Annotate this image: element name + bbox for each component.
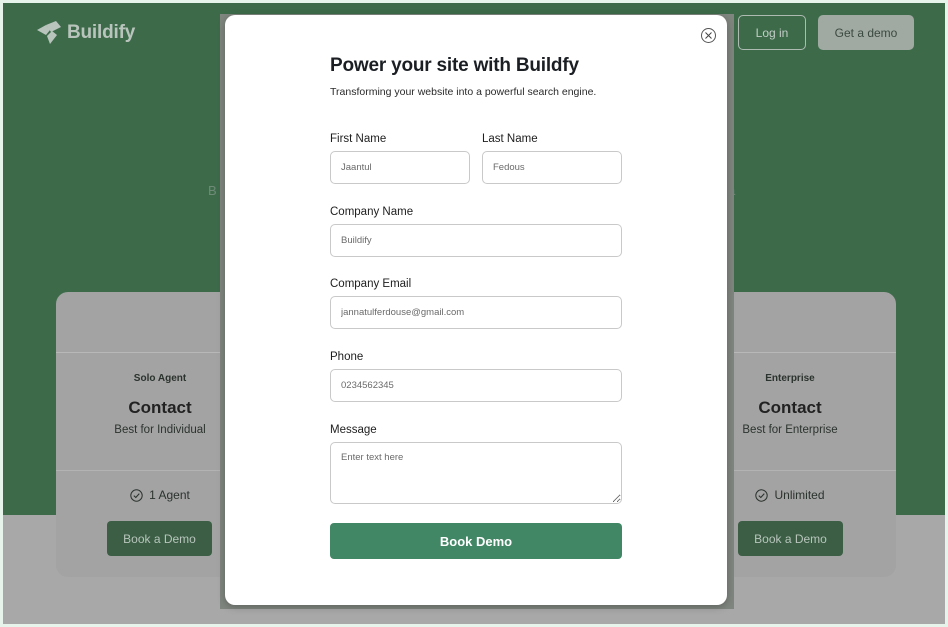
last-name-input[interactable] xyxy=(482,151,622,184)
close-button[interactable] xyxy=(701,28,716,43)
demo-request-modal: Power your site with Buildfy Transformin… xyxy=(225,15,727,605)
check-circle-icon xyxy=(755,488,769,502)
buildify-logo-icon xyxy=(37,21,61,44)
login-button[interactable]: Log in xyxy=(738,15,806,50)
plan-enterprise: Enterprise Contact Best for Enterprise xyxy=(720,373,860,436)
modal-title: Power your site with Buildfy xyxy=(330,55,579,76)
company-email-label: Company Email xyxy=(330,278,412,290)
close-icon xyxy=(705,32,712,39)
company-name-label: Company Name xyxy=(330,206,414,218)
phone-label: Phone xyxy=(330,351,364,363)
plan-solo-agent: Solo Agent Contact Best for Individual xyxy=(90,373,230,436)
message-textarea[interactable] xyxy=(330,442,622,504)
plan-price: Contact xyxy=(758,398,822,417)
get-demo-button[interactable]: Get a demo xyxy=(818,15,914,50)
plan-feature-label: Unlimited xyxy=(774,488,825,502)
plan-price: Contact xyxy=(128,398,192,417)
book-demo-button-solo[interactable]: Book a Demo xyxy=(107,521,212,556)
first-name-input[interactable] xyxy=(330,151,470,184)
last-name-label: Last Name xyxy=(482,133,538,145)
company-name-input[interactable] xyxy=(330,224,622,257)
hero-text-fragment-left: B xyxy=(208,183,217,198)
modal-subtitle: Transforming your website into a powerfu… xyxy=(330,86,597,98)
plan-name: Enterprise xyxy=(765,373,815,384)
first-name-label: First Name xyxy=(330,133,387,145)
book-demo-submit-button[interactable]: Book Demo xyxy=(330,523,622,559)
company-email-input[interactable] xyxy=(330,296,622,329)
plan-subtitle: Best for Enterprise xyxy=(742,424,838,436)
brand-logo[interactable]: Buildify xyxy=(36,21,135,45)
phone-input[interactable] xyxy=(330,369,622,402)
demo-form-header: Power your site with Buildfy Transformin… xyxy=(330,55,622,98)
plan-name: Solo Agent xyxy=(133,373,187,384)
book-demo-button-enterprise[interactable]: Book a Demo xyxy=(738,521,843,556)
plan-subtitle: Best for Individual xyxy=(114,424,206,436)
brand-name: Buildify xyxy=(67,22,136,43)
plan-feature: Unlimited xyxy=(720,488,860,502)
plan-feature: 1 Agent xyxy=(90,488,230,502)
check-circle-icon xyxy=(130,488,143,502)
message-label: Message xyxy=(330,424,377,436)
plan-feature-label: 1 Agent xyxy=(149,488,190,502)
